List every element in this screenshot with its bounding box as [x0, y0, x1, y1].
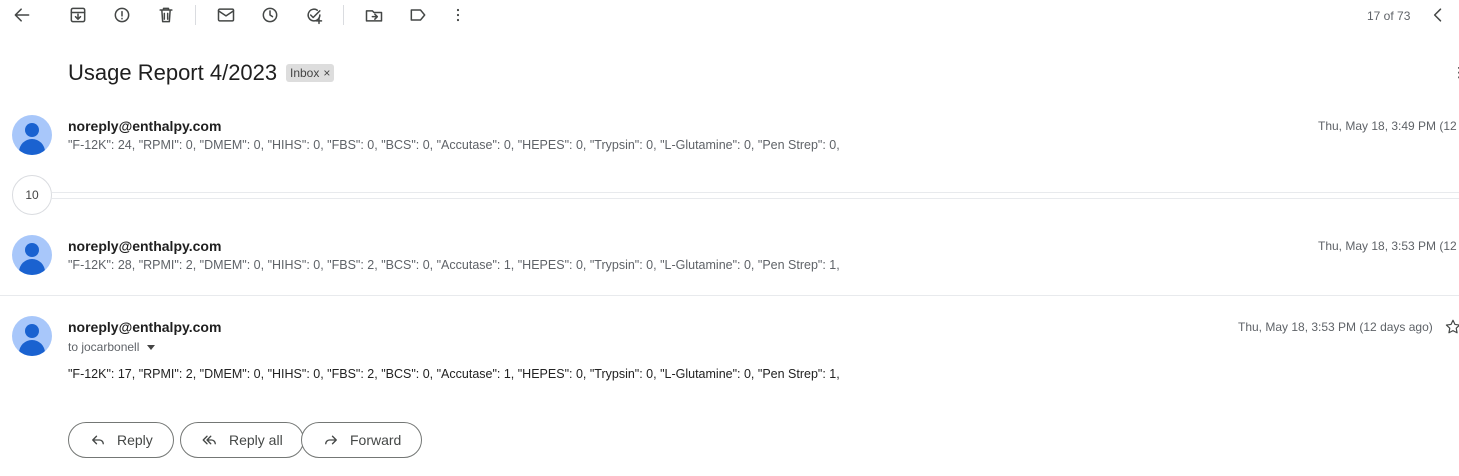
- message-snippet: "F-12K": 24, "RPMI": 0, "DMEM": 0, "HIHS…: [68, 138, 840, 152]
- avatar: [12, 316, 52, 356]
- more-options-icon[interactable]: ⋮: [1452, 64, 1459, 81]
- forward-button[interactable]: Forward: [301, 422, 423, 458]
- snooze-icon[interactable]: [258, 3, 282, 27]
- collapsed-divider: [52, 198, 1459, 199]
- sender-name: noreply@enthalpy.com: [68, 238, 222, 254]
- message-date: Thu, May 18, 3:49 PM (12 da: [1318, 119, 1459, 133]
- back-arrow-icon[interactable]: [10, 3, 34, 27]
- message-body: "F-12K": 17, "RPMI": 2, "DMEM": 0, "HIHS…: [68, 367, 840, 381]
- reply-button[interactable]: Reply: [68, 422, 174, 458]
- forward-label: Forward: [350, 432, 402, 448]
- mark-unread-icon[interactable]: [214, 3, 238, 27]
- delete-icon[interactable]: [154, 3, 178, 27]
- message-date: Thu, May 18, 3:53 PM (12 days ago): [1238, 320, 1433, 334]
- message-snippet: "F-12K": 28, "RPMI": 2, "DMEM": 0, "HIHS…: [68, 258, 840, 272]
- forward-icon: [325, 435, 337, 445]
- reply-label: Reply: [117, 432, 153, 448]
- label-chip: Inbox ×: [286, 64, 335, 82]
- reply-all-button[interactable]: Reply all: [180, 422, 304, 458]
- add-task-icon[interactable]: [302, 3, 326, 27]
- reply-all-label: Reply all: [229, 432, 283, 448]
- collapsed-divider: [52, 192, 1459, 193]
- label-icon[interactable]: [406, 3, 430, 27]
- message-counter: 17 of 73: [1367, 9, 1411, 23]
- archive-icon[interactable]: [66, 3, 90, 27]
- report-spam-icon[interactable]: [110, 3, 134, 27]
- toolbar-divider: [343, 5, 344, 25]
- newer-chevron-left-icon[interactable]: [1426, 3, 1450, 27]
- toolbar-divider: [195, 5, 196, 25]
- sender-name: noreply@enthalpy.com: [68, 319, 222, 335]
- page-title: Usage Report 4/2023: [68, 60, 278, 85]
- show-details-icon[interactable]: [147, 344, 156, 350]
- message-divider: [0, 295, 1459, 296]
- remove-label-icon[interactable]: ×: [323, 66, 330, 80]
- move-to-icon[interactable]: [362, 3, 386, 27]
- sender-name: noreply@enthalpy.com: [68, 118, 222, 134]
- avatar: [12, 235, 52, 275]
- collapsed-messages-button[interactable]: 10: [12, 175, 52, 215]
- reply-all-icon: [202, 435, 216, 445]
- more-vert-icon[interactable]: [446, 3, 470, 27]
- star-icon[interactable]: [1444, 318, 1459, 336]
- message-date: Thu, May 18, 3:53 PM (12 da: [1318, 239, 1459, 253]
- collapsed-count: 10: [25, 188, 39, 202]
- avatar: [12, 115, 52, 155]
- label-chip-text: Inbox: [290, 66, 320, 80]
- recipient-line: to jocarbonell: [68, 340, 156, 354]
- recipient-text: to jocarbonell: [68, 340, 140, 354]
- reply-icon: [92, 435, 104, 445]
